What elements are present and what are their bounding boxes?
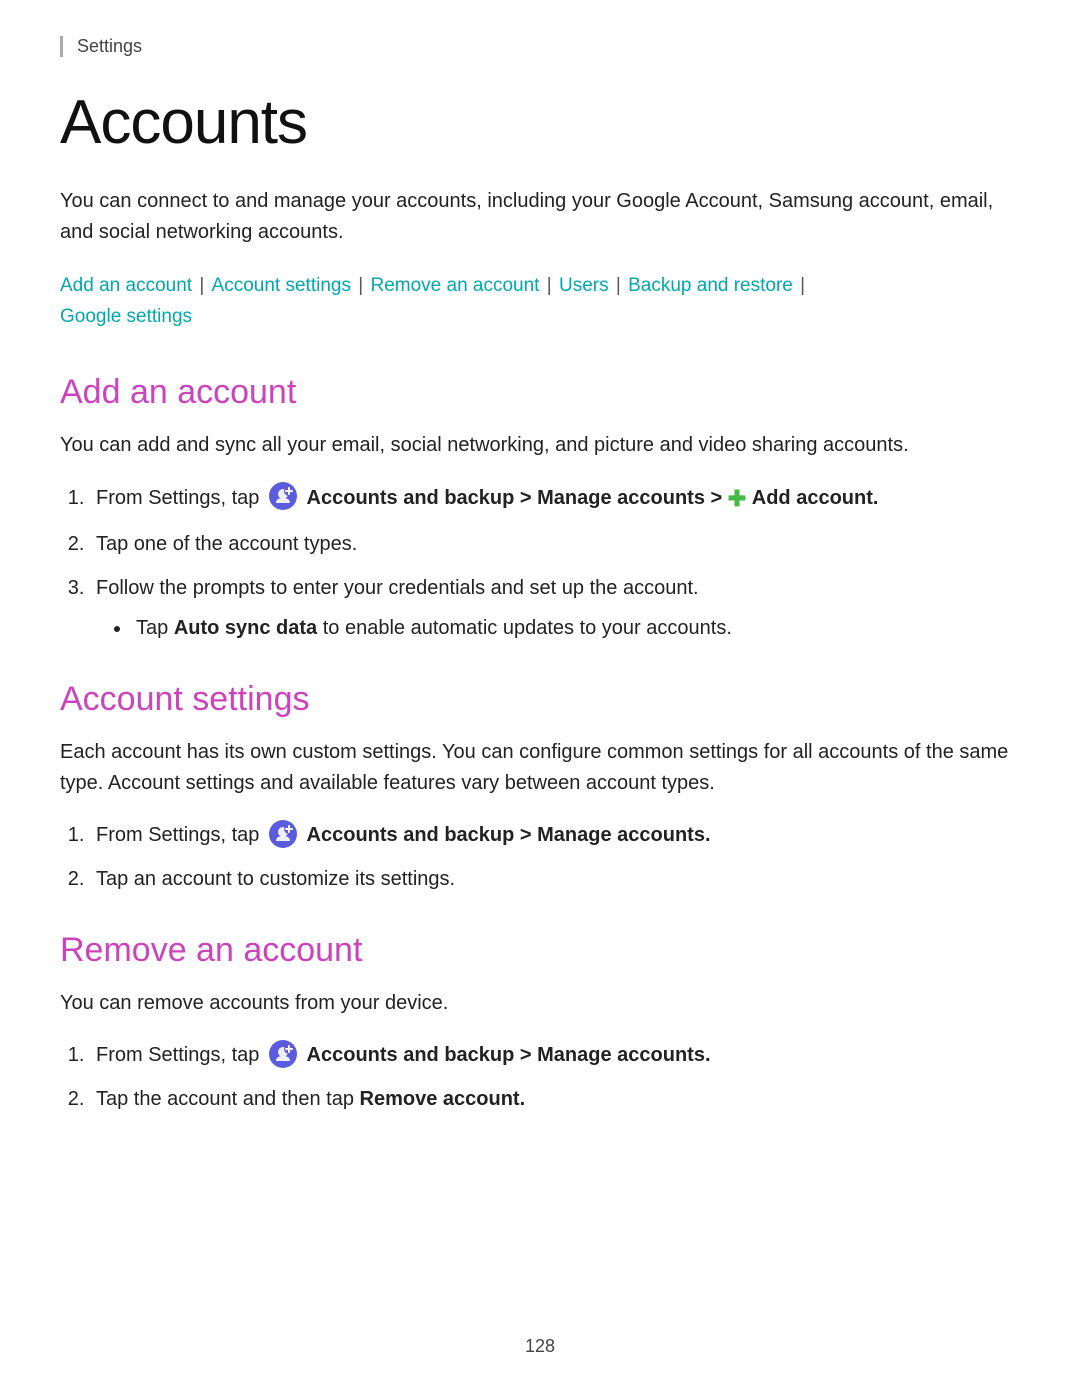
breadcrumb: Settings (60, 36, 1020, 57)
accounts-backup-icon-2 (268, 819, 298, 849)
list-item: From Settings, tap Accounts and backup >… (90, 819, 1020, 851)
nav-link-add[interactable]: Add an account (60, 275, 192, 296)
breadcrumb-label: Settings (77, 36, 142, 56)
list-item: Tap one of the account types. (90, 528, 1020, 560)
section-add-account: Add an account You can add and sync all … (60, 373, 1020, 644)
step1-bold: Accounts and backup > Manage accounts > (307, 487, 723, 509)
list-item: From Settings, tap Accounts and backup >… (90, 481, 1020, 516)
section-body-remove: You can remove accounts from your device… (60, 988, 1020, 1019)
list-item: Tap the account and then tap Remove acco… (90, 1083, 1020, 1115)
list-item: Tap Auto sync data to enable automatic u… (132, 612, 1020, 644)
step1-remove-bold: Accounts and backup > Manage accounts. (307, 1044, 711, 1066)
accounts-backup-icon-3 (268, 1039, 298, 1069)
remove-account-steps: From Settings, tap Accounts and backup >… (90, 1039, 1020, 1115)
plus-icon: ✚ (728, 486, 746, 511)
nav-link-google[interactable]: Google settings (60, 306, 192, 327)
page-number: 128 (0, 1336, 1080, 1357)
bullet-list: Tap Auto sync data to enable automatic u… (132, 612, 1020, 644)
section-body-settings: Each account has its own custom settings… (60, 737, 1020, 799)
section-title-settings: Account settings (60, 680, 1020, 719)
nav-link-remove[interactable]: Remove an account (370, 275, 539, 296)
step1-add: Add account. (752, 487, 879, 509)
intro-paragraph: You can connect to and manage your accou… (60, 186, 1020, 248)
nav-link-backup[interactable]: Backup and restore (628, 275, 793, 296)
add-account-steps: From Settings, tap Accounts and backup >… (90, 481, 1020, 644)
list-item: From Settings, tap Accounts and backup >… (90, 1039, 1020, 1071)
section-title-add: Add an account (60, 373, 1020, 412)
nav-links: Add an account | Account settings | Remo… (60, 270, 1020, 333)
nav-link-users[interactable]: Users (559, 275, 609, 296)
step1-settings-bold: Accounts and backup > Manage accounts. (307, 824, 711, 846)
account-settings-steps: From Settings, tap Accounts and backup >… (90, 819, 1020, 895)
accounts-backup-icon (268, 481, 298, 511)
list-item: Tap an account to customize its settings… (90, 863, 1020, 895)
section-body-add: You can add and sync all your email, soc… (60, 430, 1020, 461)
list-item: Follow the prompts to enter your credent… (90, 572, 1020, 644)
section-title-remove: Remove an account (60, 931, 1020, 970)
page-container: Settings Accounts You can connect to and… (0, 0, 1080, 1397)
page-title: Accounts (60, 87, 1020, 158)
section-account-settings: Account settings Each account has its ow… (60, 680, 1020, 895)
nav-link-settings[interactable]: Account settings (212, 275, 351, 296)
section-remove-account: Remove an account You can remove account… (60, 931, 1020, 1115)
